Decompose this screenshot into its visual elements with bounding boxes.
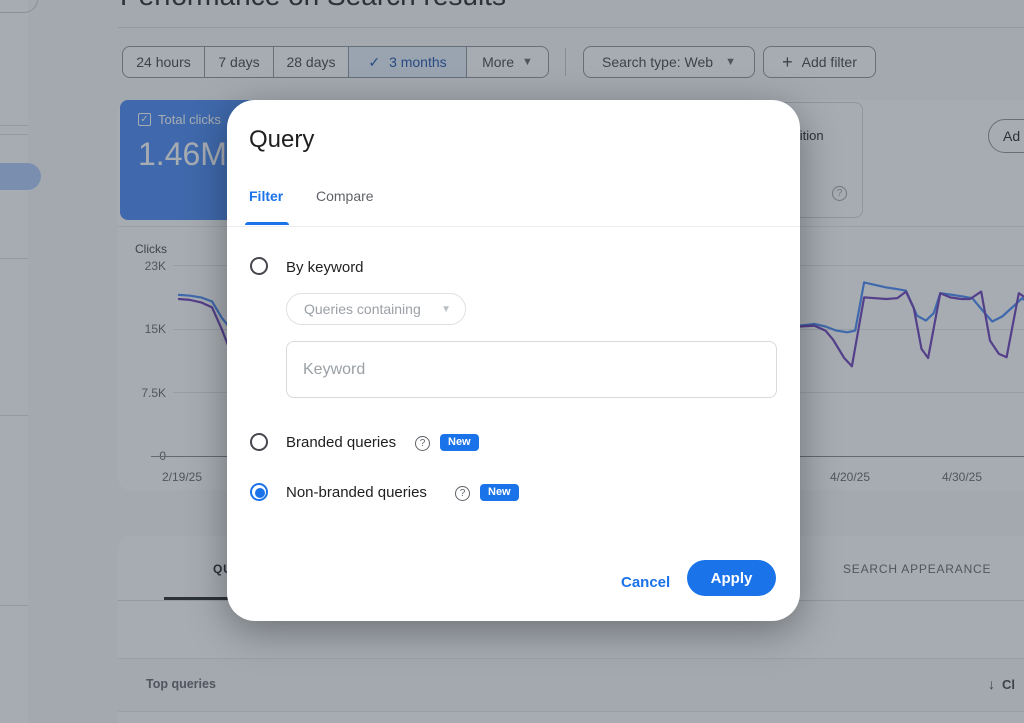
apply-button[interactable]: Apply <box>687 560 776 596</box>
filter-tab-underline <box>245 222 289 225</box>
radio-branded-queries[interactable] <box>250 433 268 451</box>
radio-branded-queries-label[interactable]: Branded queries <box>286 434 396 451</box>
dialog-title: Query <box>249 126 315 153</box>
help-icon[interactable]: ? <box>415 436 430 451</box>
search-console-app: Performance on Search results 24 hours 7… <box>0 0 1024 723</box>
new-badge: New <box>480 484 519 501</box>
radio-by-keyword[interactable] <box>250 257 268 275</box>
radio-dot <box>255 488 265 498</box>
radio-by-keyword-label[interactable]: By keyword <box>286 259 364 276</box>
radio-non-branded-queries[interactable] <box>250 483 268 501</box>
radio-non-branded-queries-label[interactable]: Non-branded queries <box>286 484 427 501</box>
cancel-button[interactable]: Cancel <box>611 568 680 597</box>
chevron-down-icon: ▼ <box>441 303 451 315</box>
dialog-tabs-divider <box>227 226 800 227</box>
query-filter-dialog: Query Filter Compare By keyword Queries … <box>227 100 800 621</box>
queries-containing-select[interactable]: Queries containing ▼ <box>286 293 466 325</box>
tab-compare[interactable]: Compare <box>316 188 374 204</box>
keyword-input[interactable] <box>286 341 777 398</box>
new-badge: New <box>440 434 479 451</box>
help-icon[interactable]: ? <box>455 486 470 501</box>
tab-filter[interactable]: Filter <box>249 188 283 204</box>
